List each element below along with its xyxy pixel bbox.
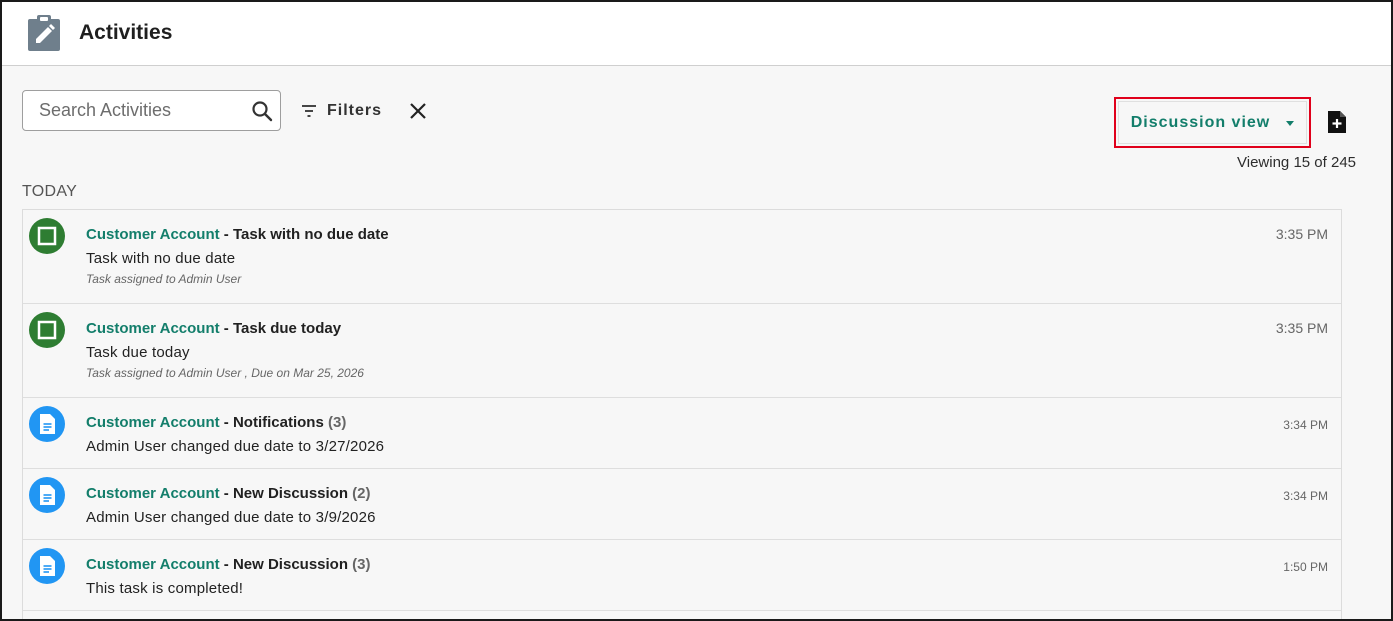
document-icon <box>29 477 65 513</box>
chevron-down-icon <box>1286 120 1295 126</box>
app-window: Activities Filters Discussion view <box>0 0 1393 621</box>
task-checkbox-icon <box>29 218 65 254</box>
search-input[interactable] <box>23 91 243 130</box>
activity-account-link[interactable]: Customer Account <box>86 485 220 502</box>
activity-item[interactable]: Customer Account - Task with no due date… <box>23 210 1341 304</box>
activity-account-link[interactable]: Customer Account <box>86 414 220 431</box>
activity-title: Customer Account - New Discussion (2) <box>86 485 371 502</box>
activity-time: 1:50 PM <box>1283 560 1328 574</box>
activity-title-separator: - <box>219 485 233 502</box>
activity-meta: Task assigned to Admin User , Due on Mar… <box>86 366 364 380</box>
activity-item[interactable]: Customer Account - New Discussion (3) Th… <box>23 540 1341 611</box>
close-icon[interactable] <box>407 100 429 122</box>
activity-time: 3:35 PM <box>1275 226 1328 242</box>
filters-label: Filters <box>327 102 383 119</box>
add-document-icon[interactable] <box>1326 109 1348 135</box>
activity-subject[interactable]: Task due today <box>233 320 341 337</box>
filter-icon <box>302 105 316 117</box>
task-checkbox-icon <box>29 312 65 348</box>
activity-body: This task is completed! <box>86 580 244 597</box>
activity-body: Admin User changed due date to 3/27/2026 <box>86 438 385 455</box>
activity-time: 3:35 PM <box>1275 320 1328 336</box>
activity-count: (3) <box>348 556 371 573</box>
activity-meta: Task assigned to Admin User <box>86 272 242 286</box>
activity-body: Admin User changed due date to 3/9/2026 <box>86 509 376 526</box>
activity-account-link[interactable]: Customer Account <box>86 320 220 337</box>
activity-list: Customer Account - Task with no due date… <box>22 209 1342 619</box>
activity-account-link[interactable]: Customer Account <box>86 226 220 243</box>
page-header: Activities <box>2 2 1391 66</box>
activity-title: Customer Account - Notifications (3) <box>86 414 346 431</box>
activity-time: 3:34 PM <box>1283 418 1328 432</box>
activity-title-separator: - <box>219 414 233 431</box>
activity-title-separator: - <box>219 226 233 243</box>
activity-body: Task with no due date <box>86 250 236 267</box>
activity-time: 3:34 PM <box>1283 489 1328 503</box>
activity-subject[interactable]: Notifications <box>233 414 324 431</box>
document-icon <box>29 406 65 442</box>
activity-title: Customer Account - Task due today <box>86 320 341 337</box>
activity-title: Customer Account - New Discussion (3) <box>86 556 371 573</box>
activity-title-separator: - <box>219 320 233 337</box>
view-mode-dropdown[interactable]: Discussion view <box>1118 101 1307 144</box>
section-label-today: TODAY <box>22 183 78 200</box>
activity-subject[interactable]: Task with no due date <box>233 226 389 243</box>
document-icon <box>29 548 65 584</box>
activity-item[interactable]: Customer Account - New Discussion (2) Ad… <box>23 469 1341 540</box>
activity-item[interactable]: Customer Account - Notifications (3) Adm… <box>23 398 1341 469</box>
activity-count: (2) <box>348 485 371 502</box>
activity-subject[interactable]: New Discussion <box>233 556 348 573</box>
activity-title-separator: - <box>219 556 233 573</box>
activity-count: (3) <box>323 414 347 431</box>
activity-item[interactable]: Customer Account - Task due today Task d… <box>23 304 1341 398</box>
filters-button[interactable]: Filters <box>300 98 382 124</box>
activity-title: Customer Account - Task with no due date <box>86 226 389 243</box>
activity-subject[interactable]: New Discussion <box>233 485 348 502</box>
view-mode-label: Discussion view <box>1130 113 1271 131</box>
page-title: Activities <box>79 21 173 44</box>
activity-account-link[interactable]: Customer Account <box>86 556 220 573</box>
viewing-count: Viewing 15 of 245 <box>1237 154 1356 171</box>
clipboard-edit-icon <box>26 14 62 52</box>
activity-body: Task due today <box>86 344 190 361</box>
search-icon[interactable] <box>251 100 273 122</box>
search-box <box>22 90 281 131</box>
